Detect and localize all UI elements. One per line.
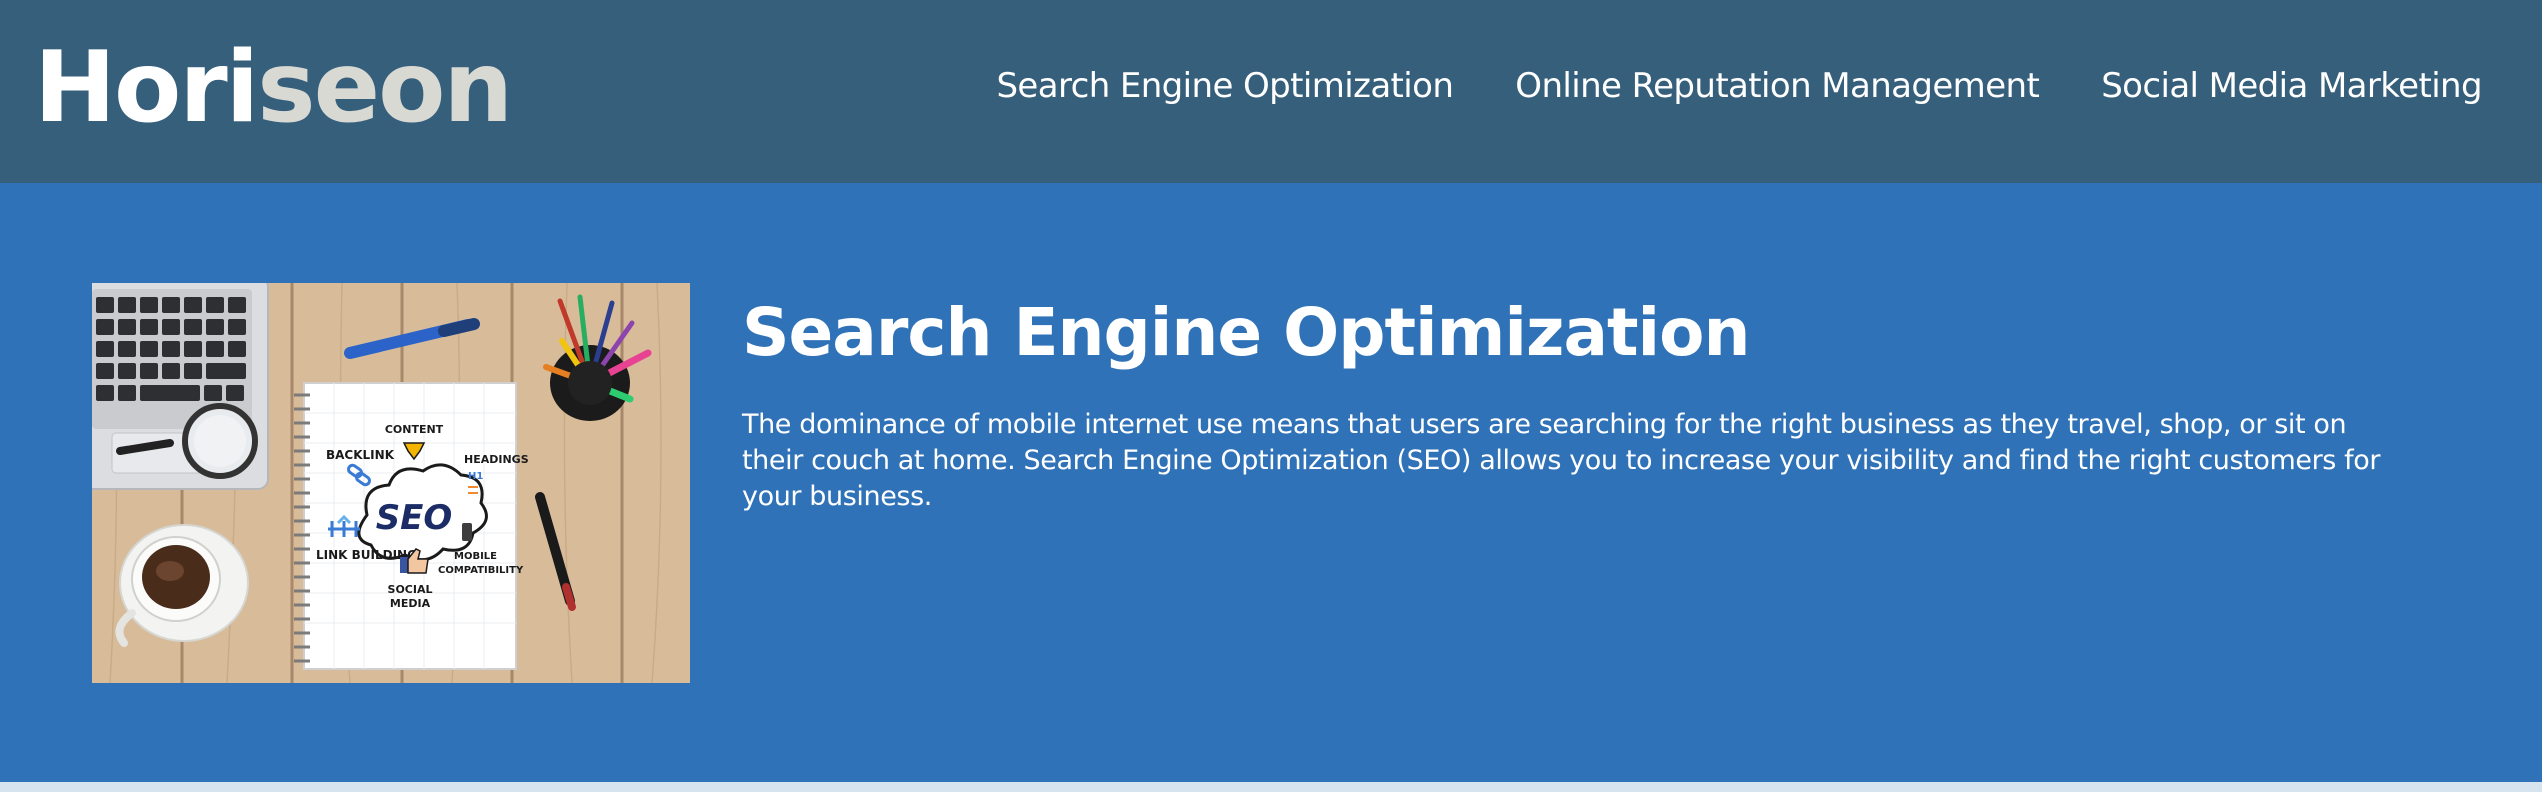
seo-illustration: SEO CONTENT BACKLINK HEADINGS H1 LINK BU…	[92, 283, 690, 683]
logo-text-accent: seon	[257, 31, 513, 145]
seo-hero-image: SEO CONTENT BACKLINK HEADINGS H1 LINK BU…	[92, 283, 690, 683]
site-header: Horiseon Search Engine Optimization Onli…	[0, 0, 2542, 183]
notebook-icon: SEO CONTENT BACKLINK HEADINGS H1 LINK BU…	[294, 382, 529, 670]
seo-section: SEO CONTENT BACKLINK HEADINGS H1 LINK BU…	[0, 183, 2542, 782]
content-label: CONTENT	[385, 423, 444, 436]
seo-label: SEO	[376, 498, 453, 538]
h1-label: H1	[468, 471, 483, 482]
page-bottom-edge	[0, 782, 2542, 792]
coffee-cup-icon	[115, 524, 249, 647]
logo-text-primary: Hori	[34, 31, 259, 145]
section-title: Search Engine Optimization	[742, 294, 1751, 371]
seo-content: Search Engine Optimization The dominance…	[742, 283, 2402, 515]
mobile-label: MOBILE	[454, 551, 497, 562]
nav-link-reputation[interactable]: Online Reputation Management	[1515, 66, 2040, 106]
headings-label: HEADINGS	[464, 453, 529, 466]
mobile-phone-icon	[462, 523, 472, 541]
media-label: MEDIA	[390, 597, 431, 610]
site-logo[interactable]: Horiseon	[34, 28, 513, 148]
backlink-label: BACKLINK	[326, 448, 395, 462]
nav-link-seo[interactable]: Search Engine Optimization	[996, 66, 1453, 106]
section-body: The dominance of mobile internet use mea…	[742, 409, 2381, 512]
compatibility-label: COMPATIBILITY	[438, 565, 524, 576]
nav-link-social-media[interactable]: Social Media Marketing	[2101, 66, 2482, 106]
social-label: SOCIAL	[388, 583, 433, 596]
main-nav: Search Engine Optimization Online Reputa…	[996, 56, 2482, 116]
